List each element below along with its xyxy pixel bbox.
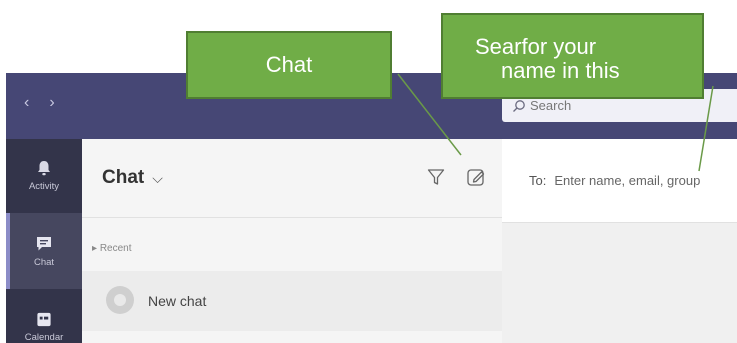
callout-line-2: name in this [501, 58, 620, 83]
rail-item-activity[interactable]: Activity [6, 149, 82, 201]
teams-window: ‹ › Activity Chat [6, 73, 737, 343]
rail-item-label: Chat [33, 256, 55, 268]
avatar [106, 286, 134, 314]
recipient-input[interactable] [554, 173, 737, 188]
chat-icon [37, 236, 51, 250]
to-label: To: [529, 173, 547, 188]
page-title: Chat [102, 167, 145, 188]
list-item-new-chat[interactable]: New chat [82, 271, 502, 331]
person-icon [114, 294, 126, 306]
chat-callout: Chat [186, 31, 392, 99]
recent-section-label[interactable]: ▸ Recent [92, 243, 132, 254]
search-input[interactable] [530, 98, 720, 113]
chevron-down-icon: ⌵ [152, 169, 163, 186]
list-item-label: New chat [148, 293, 207, 309]
search-icon [513, 99, 525, 112]
compose-pane: To: [502, 139, 737, 343]
history-nav: ‹ › [24, 95, 55, 111]
chat-list-header: Chat ⌵ [82, 139, 502, 218]
recipient-bar: To: [502, 139, 737, 223]
callout-line-1: Searfor your [475, 34, 597, 59]
rail-item-label: Activity [28, 180, 60, 192]
calendar-icon [37, 312, 51, 327]
forward-arrow-icon[interactable]: › [49, 95, 54, 111]
filter-icon[interactable] [426, 167, 446, 187]
search-callout: Searfor your name in this [441, 13, 704, 99]
new-chat-compose-icon[interactable] [466, 167, 486, 187]
chat-filter-dropdown[interactable]: Chat ⌵ [102, 167, 163, 189]
chat-list-pane: Chat ⌵ ▸ Recent New chat [82, 139, 502, 343]
rail-item-label: Calendar [24, 332, 64, 343]
back-arrow-icon[interactable]: ‹ [24, 95, 29, 111]
rail-item-chat[interactable]: Chat [6, 213, 82, 289]
app-rail: Activity Chat Calendar [6, 139, 82, 343]
rail-item-calendar[interactable]: Calendar [6, 301, 82, 343]
bell-icon [38, 160, 50, 175]
